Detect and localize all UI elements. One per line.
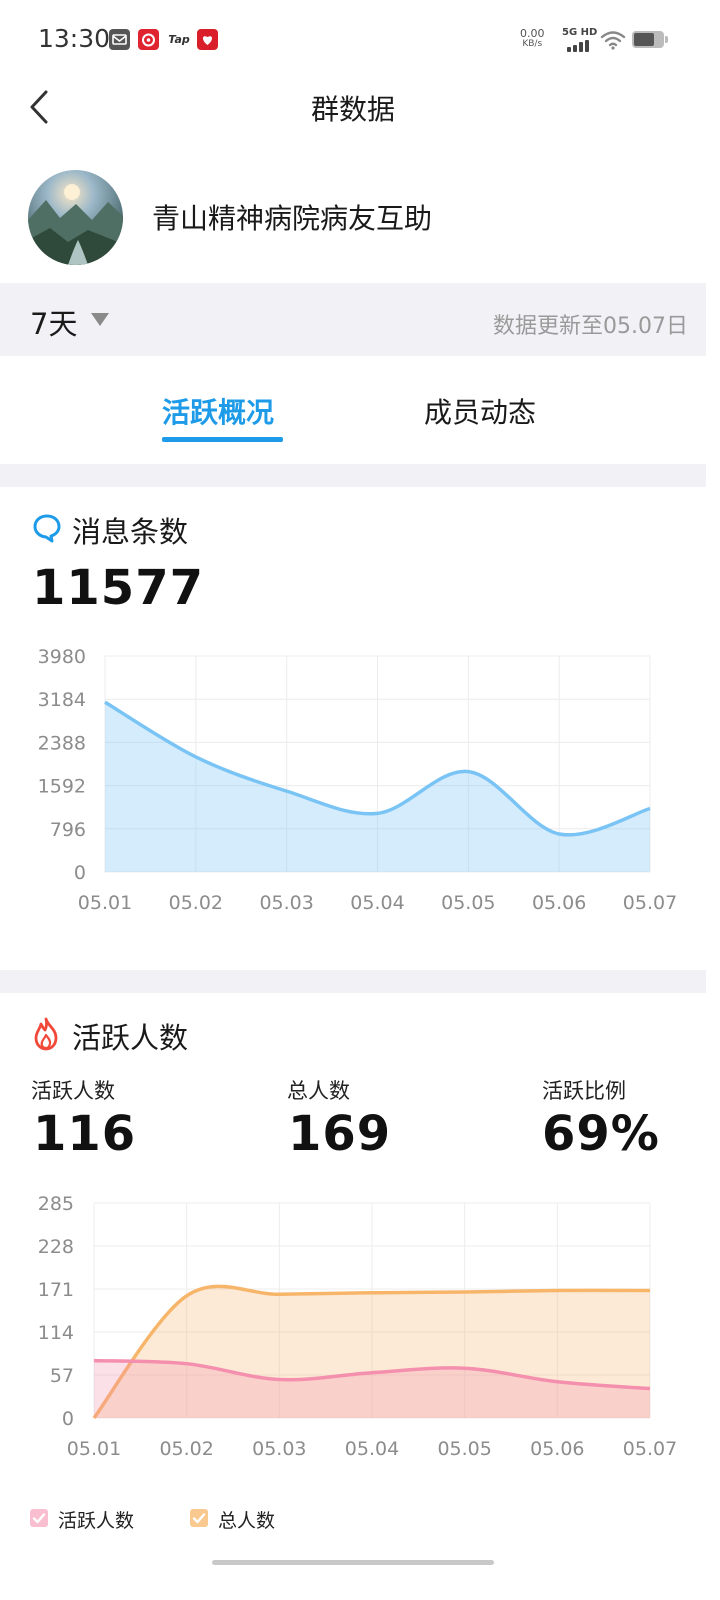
- messages-title: 消息条数: [72, 515, 189, 549]
- tab-member-dynamics[interactable]: 成员动态: [424, 391, 536, 431]
- y-tick-label: 57: [50, 1365, 74, 1387]
- x-tick-label: 05.04: [350, 892, 404, 914]
- tab-activity-overview[interactable]: 活跃概况: [162, 391, 274, 431]
- update-time: 数据更新至05.07日: [493, 314, 688, 339]
- mail-icon: [109, 29, 130, 50]
- period-value: 7天: [30, 307, 78, 341]
- x-tick-label: 05.05: [441, 892, 495, 914]
- taptap-icon: Tap: [168, 33, 190, 46]
- x-tick-label: 05.07: [623, 892, 677, 914]
- y-tick-label: 3980: [38, 646, 86, 668]
- stat-ratio-label: 活跃比例: [542, 1079, 626, 1103]
- net-speed: 0.00 KB/s: [520, 27, 545, 49]
- netease-music-icon: [138, 29, 159, 50]
- x-tick-label: 05.03: [252, 1438, 306, 1460]
- y-tick-label: 171: [38, 1279, 74, 1301]
- group-avatar[interactable]: [28, 170, 123, 265]
- y-tick-label: 1592: [38, 776, 86, 798]
- x-tick-label: 05.05: [437, 1438, 491, 1460]
- stat-total-value: 169: [288, 1106, 392, 1162]
- group-name: 青山精神病院病友互助: [152, 202, 433, 235]
- x-tick-label: 05.02: [169, 892, 223, 914]
- y-tick-label: 796: [50, 819, 86, 841]
- y-tick-label: 228: [38, 1236, 74, 1258]
- x-tick-label: 05.06: [530, 1438, 584, 1460]
- x-tick-label: 05.06: [532, 892, 586, 914]
- x-tick-label: 05.01: [67, 1438, 121, 1460]
- y-tick-label: 0: [62, 1408, 74, 1430]
- stat-total-label: 总人数: [287, 1079, 350, 1103]
- page-title: 群数据: [310, 93, 395, 126]
- home-indicator[interactable]: [212, 1560, 494, 1565]
- legend-label-total: 总人数: [218, 1510, 276, 1532]
- y-tick-label: 3184: [38, 689, 86, 711]
- wifi-icon: [600, 30, 626, 50]
- x-tick-label: 05.01: [78, 892, 132, 914]
- red-app-icon: [197, 29, 218, 50]
- active-title: 活跃人数: [72, 1021, 189, 1055]
- stat-active-label: 活跃人数: [31, 1079, 115, 1103]
- chat-bubble-icon: [32, 513, 62, 543]
- status-time: 13:30: [38, 24, 111, 53]
- y-tick-label: 285: [38, 1193, 74, 1215]
- y-tick-label: 0: [74, 862, 86, 884]
- battery-icon: [632, 31, 668, 48]
- y-tick-label: 114: [38, 1322, 74, 1344]
- section-divider: [0, 464, 706, 487]
- active-members-chart: 0 57 114 171 228 285 05.01 05.02 05.03 05.04 05.05…: [38, 1193, 677, 1460]
- section-divider: [0, 970, 706, 993]
- messages-chart: 0 796 1592 2388 3184 3980 05.01 05.02 05.03 05.04…: [38, 646, 678, 914]
- flame-icon: [31, 1017, 61, 1051]
- x-tick-label: 05.07: [623, 1438, 677, 1460]
- stat-active-value: 116: [33, 1106, 137, 1162]
- network-type: 5G HD: [562, 27, 598, 38]
- legend-label-active: 活跃人数: [58, 1510, 135, 1532]
- x-tick-label: 05.03: [259, 892, 313, 914]
- legend-swatch-total[interactable]: [190, 1509, 208, 1527]
- caret-down-icon: [91, 313, 109, 326]
- signal-icon: [567, 40, 591, 52]
- stat-ratio-value: 69%: [542, 1106, 660, 1162]
- x-tick-label: 05.02: [159, 1438, 213, 1460]
- x-tick-label: 05.04: [345, 1438, 399, 1460]
- y-tick-label: 2388: [38, 732, 86, 754]
- messages-total: 11577: [32, 560, 204, 616]
- legend-swatch-active[interactable]: [30, 1509, 48, 1527]
- tab-active-indicator: [162, 437, 283, 442]
